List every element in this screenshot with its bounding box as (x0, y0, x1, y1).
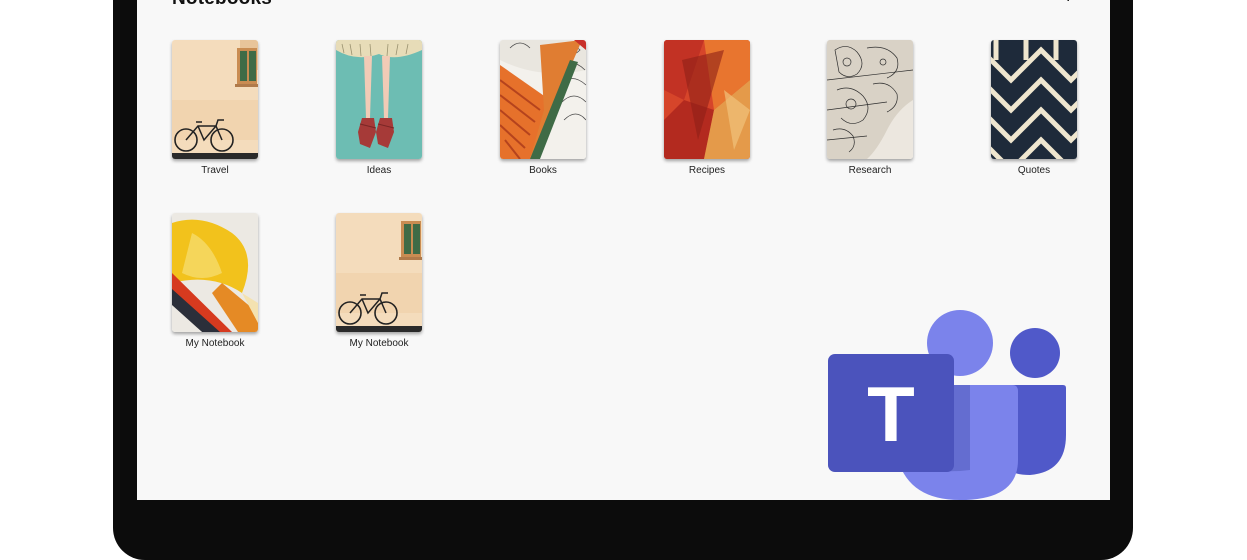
navy-weave-cover-icon (991, 40, 1077, 159)
notebook-title: Quotes (1017, 165, 1051, 176)
notebook-cover[interactable] (336, 40, 422, 159)
bicycle-wall-cover-icon (336, 213, 422, 332)
notebook-quotes[interactable]: Quotes (991, 40, 1077, 182)
notebook-title: Ideas (366, 165, 392, 176)
notebook-ideas[interactable]: Ideas (336, 40, 422, 182)
yellow-brush-cover-icon (172, 213, 258, 332)
red-abstract-cover-icon (664, 40, 750, 159)
orange-pattern-cover-icon (500, 40, 586, 159)
notebook-cover[interactable] (991, 40, 1077, 159)
notebook-research[interactable]: Research (827, 40, 913, 182)
notebook-cover[interactable] (172, 40, 258, 159)
bicycle-wall-cover-icon (172, 40, 258, 159)
notebook-title: Books (529, 165, 557, 176)
ballet-dancer-cover-icon (336, 40, 422, 159)
add-notebook-button[interactable]: + (1062, 0, 1074, 9)
notebook-cover[interactable] (172, 213, 258, 332)
notebook-cover[interactable] (336, 213, 422, 332)
notebook-title: Research (848, 165, 892, 176)
teams-letter: T (867, 370, 915, 458)
zentangle-elephant-cover-icon (827, 40, 913, 159)
notebook-title: My Notebook (349, 338, 409, 349)
notebook-cover[interactable] (827, 40, 913, 159)
notebook-books[interactable]: Books (500, 40, 586, 182)
notebook-cover[interactable] (500, 40, 586, 159)
notebook-my-notebook-1[interactable]: My Notebook (172, 213, 258, 355)
notebook-travel[interactable]: Travel (172, 40, 258, 182)
notebook-recipes[interactable]: Recipes (664, 40, 750, 182)
app-screen: Notebooks + Travel (137, 0, 1110, 500)
notebook-my-notebook-2[interactable]: My Notebook (336, 213, 422, 355)
microsoft-teams-logo-icon: T (828, 310, 1066, 500)
notebook-title: My Notebook (185, 338, 245, 349)
notebook-title: Recipes (688, 165, 726, 176)
page-title: Notebooks (172, 0, 272, 10)
notebook-title: Travel (201, 165, 229, 176)
notebook-cover[interactable] (664, 40, 750, 159)
